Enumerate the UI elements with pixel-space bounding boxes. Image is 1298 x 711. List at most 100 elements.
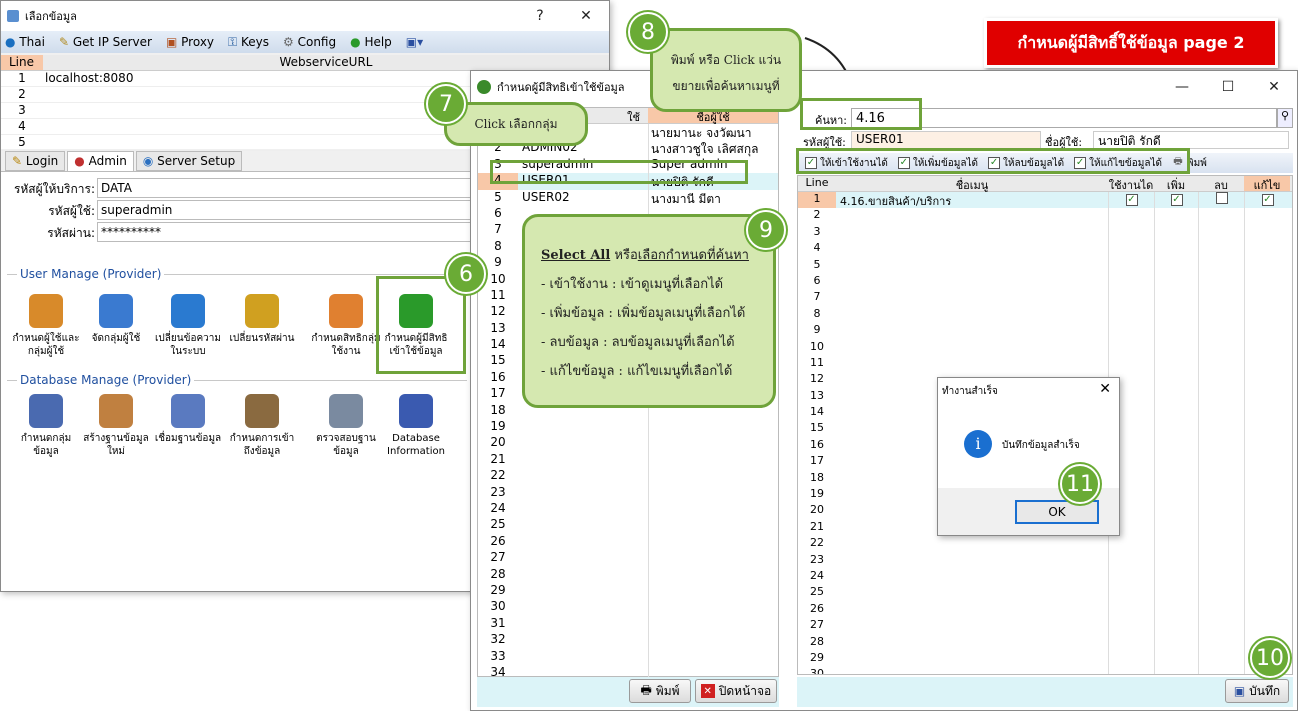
menu-grid-row[interactable]: 4	[798, 241, 1292, 258]
user-row-number: 19	[490, 419, 506, 434]
user-manage-item[interactable]: กำหนดผู้ใช้และกลุ่มผู้ใช้	[11, 294, 81, 358]
grid-row-number: 17	[810, 454, 824, 468]
user-row[interactable]: 27	[478, 550, 778, 567]
user-row-code: USER02	[522, 189, 570, 204]
permission-checkbox[interactable]: ✓	[1170, 194, 1183, 206]
permission-checkbox[interactable]: ✓	[1261, 194, 1274, 206]
user-row[interactable]: 32	[478, 632, 778, 649]
menu-help[interactable]: ● Help	[350, 35, 392, 49]
callout-9-line: - ลบข้อมูล : ลบข้อมูลเมนูที่เลือกได้	[541, 335, 735, 350]
user-row-number: 33	[490, 648, 506, 663]
grid-row-number: 5	[813, 257, 821, 271]
grid-row-number: 10	[810, 339, 824, 353]
tab-admin[interactable]: ● Admin	[67, 151, 134, 171]
step-badge-10: 10	[1250, 638, 1290, 678]
dialog-close-icon[interactable]: ✕	[1099, 381, 1111, 397]
menu-config[interactable]: ⚙ Config	[283, 35, 336, 49]
menu-grid-row[interactable]: 28	[798, 634, 1292, 651]
db-manage-label: เชื่อมฐานข้อมูล	[154, 433, 222, 444]
menu-grid-row[interactable]: 8	[798, 306, 1292, 324]
db-manage-item[interactable]: กำหนดการเข้าถึงข้อมูล	[227, 394, 297, 458]
col-use: ใช้งานได	[1108, 179, 1154, 191]
search-magnifier-icon[interactable]: ⚲	[1277, 108, 1293, 128]
user-row[interactable]: 25	[478, 517, 778, 534]
menu-grid-row[interactable]: 27	[798, 618, 1292, 635]
menu-grid-row[interactable]: 6	[798, 273, 1292, 291]
permission-checkbox[interactable]: ✓	[1125, 194, 1138, 206]
user-row[interactable]: 31	[478, 615, 778, 633]
gear-icon: ⚙	[283, 35, 294, 49]
grid-row-number: 21	[810, 519, 824, 533]
user-manage-item[interactable]: กำหนดสิทธิกลุ่มใช้งาน	[311, 294, 381, 358]
menu-grid-row[interactable]: 30	[798, 667, 1292, 674]
user-row[interactable]: 19	[478, 419, 778, 436]
maximize-button[interactable]: ☐	[1205, 79, 1251, 95]
menu-grid-row[interactable]: 23	[798, 552, 1292, 569]
user-row-number: 21	[490, 451, 506, 466]
user-row[interactable]: 29	[478, 582, 778, 600]
menu-keys[interactable]: ⚿ Keys	[228, 35, 269, 50]
callout-9-line: - เข้าใช้งาน : เข้าดูเมนูที่เลือกได้	[541, 277, 724, 292]
db-manage-item[interactable]: กำหนดกลุ่มข้อมูล	[11, 394, 81, 458]
print-button[interactable]: 🖶 พิมพ์	[629, 679, 691, 703]
tab-login[interactable]: ✎ Login	[5, 151, 66, 171]
close-x-icon: ✕	[700, 684, 715, 698]
save-button[interactable]: ▣ บันทึก	[1225, 679, 1289, 703]
db-manage-item[interactable]: เชื่อมฐานข้อมูล	[153, 394, 223, 445]
menu-grid-row[interactable]: 25	[798, 585, 1292, 602]
tab-server-setup[interactable]: ◉ Server Setup	[135, 151, 243, 171]
close-screen-button[interactable]: ✕ ปิดหน้าจอ	[695, 679, 777, 703]
user-code-field: USER01	[851, 131, 1041, 149]
user-row[interactable]: 26	[478, 533, 778, 551]
user-row[interactable]: 30	[478, 599, 778, 616]
menu-grid-row[interactable]: 9	[798, 323, 1292, 340]
grid-row-number: 3	[813, 224, 821, 238]
close-button[interactable]: ✕	[563, 8, 609, 24]
menu-get-ip[interactable]: ✎ Get IP Server	[59, 35, 152, 49]
user-row[interactable]: 23	[478, 484, 778, 501]
user-manage-icon	[245, 294, 279, 328]
col-add: เพิ่ม	[1166, 179, 1186, 192]
db-manage-item[interactable]: ตรวจสอบฐานข้อมูล	[311, 394, 381, 458]
url-row-number: 2	[18, 87, 26, 101]
flashlight-icon: ✎	[58, 35, 69, 49]
permission-checkbox[interactable]	[1215, 192, 1228, 204]
user-row-number: 32	[490, 632, 506, 647]
menu-grid-row[interactable]: 22	[798, 536, 1292, 553]
help-button[interactable]: ?	[517, 8, 563, 24]
db-manage-item[interactable]: Database Information	[381, 394, 451, 458]
db-manage-item[interactable]: สร้างฐานข้อมูลใหม่	[81, 394, 151, 458]
user-row[interactable]: 20	[478, 435, 778, 452]
menu-grid-row[interactable]: 1 4.16.ขายสินค้า/บริการ ✓ ✓ ✓	[798, 192, 1292, 209]
user-row[interactable]: 22	[478, 468, 778, 485]
user-row[interactable]: 33	[478, 648, 778, 665]
menu-grid-row[interactable]: 3	[798, 224, 1292, 242]
menu-grid-row[interactable]: 26	[798, 601, 1292, 619]
user-manage-item[interactable]: เปลี่ยนรหัสผ่าน	[227, 294, 297, 345]
menu-grid-row[interactable]: 29	[798, 650, 1292, 668]
callout-9-line: - แก้ไขข้อมูล : แก้ไขเมนูที่เลือกได้	[541, 364, 733, 379]
minimize-button[interactable]: —	[1159, 79, 1205, 95]
user-row[interactable]: 28	[478, 566, 778, 583]
menu-grid-row[interactable]: 24	[798, 568, 1292, 586]
menu-grid-header: Line ชื่อเมนู ใช้งานได เพิ่ม ลบ แก้ไข	[798, 176, 1292, 192]
user-row[interactable]: 24	[478, 500, 778, 518]
menu-grid-row[interactable]: 11	[798, 355, 1292, 373]
user-manage-item[interactable]: เปลี่ยนข้อความในระบบ	[153, 294, 223, 358]
user-manage-item[interactable]: จัดกลุ่มผู้ใช้	[81, 294, 151, 345]
menu-grid-row[interactable]: 5	[798, 257, 1292, 274]
user-row[interactable]: 5 USER02 นางมานี มีตา	[478, 189, 778, 206]
menu-grid-row[interactable]: 10	[798, 339, 1292, 356]
close-button[interactable]: ✕	[1251, 79, 1297, 95]
ok-button[interactable]: OK	[1015, 500, 1099, 524]
menu-grid-row[interactable]: 2	[798, 208, 1292, 225]
menu-proxy[interactable]: ▣ Proxy	[166, 35, 214, 49]
menu-language[interactable]: ● Thai	[5, 35, 45, 49]
save-dropdown-icon[interactable]: ▣▾	[406, 35, 423, 49]
menu-grid-row[interactable]: 7	[798, 290, 1292, 307]
grid-row-number: 29	[810, 650, 824, 664]
url-row-number: 5	[18, 135, 26, 149]
user-row[interactable]: 21	[478, 451, 778, 469]
user-manage-label: กำหนดสิทธิกลุ่มใช้งาน	[311, 333, 381, 357]
user-row-number: 30	[490, 599, 506, 614]
